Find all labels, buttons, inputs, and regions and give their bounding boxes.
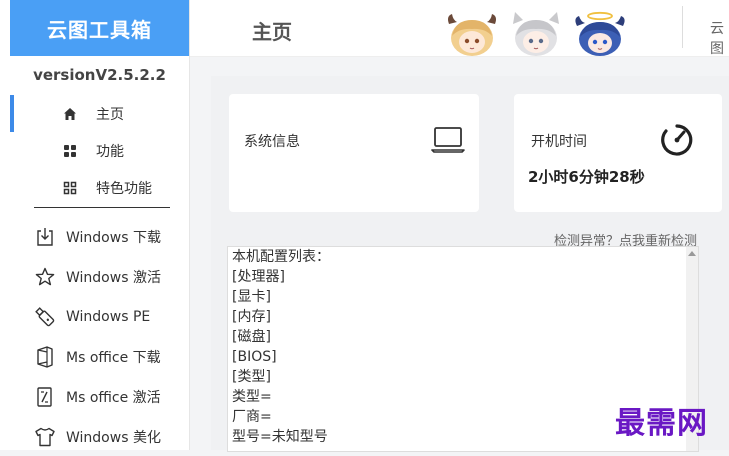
config-line: [BIOS]: [232, 349, 277, 365]
config-line: [磁盘]: [232, 329, 271, 345]
nav-item-home[interactable]: 主页: [10, 95, 189, 132]
top-header: 主页 云图: [190, 0, 729, 57]
sidebar: 云图工具箱 versionV2.5.2.2 主页 功能 特色功能 Windows…: [0, 0, 190, 450]
uptime-title: 开机时间: [531, 134, 587, 150]
main-content: 系统信息 开机时间 2小时6分钟28秒 检测异常？点我重新检测 本机配置列表： …: [211, 76, 729, 452]
tool-windows-beautify[interactable]: Windows 美化: [34, 418, 161, 456]
tool-label: Windows 下载: [66, 230, 161, 246]
config-line: [类型]: [232, 369, 271, 385]
speedometer-icon: [659, 122, 695, 162]
tool-label: Windows 激活: [66, 270, 161, 286]
header-right-text: 云图: [710, 21, 724, 57]
nav-item-label: 功能: [96, 143, 124, 160]
uptime-value: 2小时6分钟28秒: [528, 168, 645, 186]
uptime-card[interactable]: 开机时间 2小时6分钟28秒: [514, 94, 722, 212]
nav-item-features[interactable]: 功能: [10, 132, 189, 169]
scroll-up-arrow-icon[interactable]: [688, 251, 696, 256]
laptop-icon: [431, 126, 465, 158]
tool-windows-activate[interactable]: Windows 激活: [34, 258, 161, 296]
star-icon: [34, 266, 56, 288]
app-brand: 云图工具箱: [10, 0, 189, 56]
tool-label: Windows 美化: [66, 430, 161, 446]
office-icon: [34, 346, 56, 368]
tool-windows-pe[interactable]: Windows PE: [34, 298, 150, 336]
grid-icon: [62, 143, 78, 159]
nav-item-label: 主页: [96, 106, 124, 123]
download-icon: [34, 226, 56, 248]
office-activate-icon: [34, 386, 56, 408]
home-icon: [62, 106, 78, 122]
grid-outline-icon: [62, 180, 78, 196]
config-line: 本机配置列表：: [232, 249, 330, 265]
nav-item-label: 特色功能: [96, 180, 152, 197]
tool-label: Windows PE: [66, 309, 151, 325]
usb-drive-icon: [34, 306, 56, 328]
config-line: [处理器]: [232, 269, 285, 285]
tshirt-icon: [34, 426, 56, 448]
tool-label: Ms office 激活: [66, 390, 161, 406]
page-title: 主页: [252, 20, 292, 44]
tool-office-download[interactable]: Ms office 下载: [34, 338, 161, 376]
app-version: versionV2.5.2.2: [33, 66, 166, 84]
watermark: 最需网: [615, 406, 708, 441]
tool-windows-download[interactable]: Windows 下载: [34, 218, 161, 256]
config-line: [显卡]: [232, 289, 271, 305]
tool-office-activate[interactable]: Ms office 激活: [34, 378, 161, 416]
system-info-title: 系统信息: [244, 134, 300, 150]
sidebar-divider: [34, 207, 170, 208]
config-line: [内存]: [232, 309, 271, 325]
system-info-card[interactable]: 系统信息: [229, 94, 479, 212]
header-separator: [682, 6, 683, 48]
tool-label: Ms office 下载: [66, 350, 161, 366]
nav-item-special[interactable]: 特色功能: [10, 169, 189, 206]
main-nav: 主页 功能 特色功能: [10, 95, 189, 206]
mascot-illustration: [448, 11, 625, 56]
